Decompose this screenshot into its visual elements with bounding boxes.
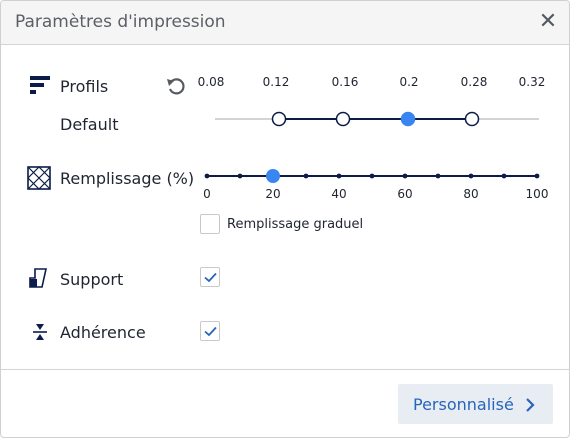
infill-step-dot [402, 173, 408, 179]
layer-height-label: 0.12 [262, 75, 290, 89]
profile-name: Default [60, 115, 119, 134]
infill-tick-label: 20 [265, 187, 281, 201]
adhesion-label: Adhérence [60, 323, 146, 342]
infill-tick-label: 80 [463, 187, 479, 201]
infill-step-dot [501, 173, 507, 179]
infill-step-dot [435, 173, 441, 179]
layer-height-label: 0.32 [518, 75, 546, 89]
layer-height-label: 0.08 [197, 75, 225, 89]
check-icon [204, 326, 217, 337]
infill-handle[interactable] [266, 169, 280, 183]
infill-tick-label: 60 [397, 187, 413, 201]
panel-title: Paramètres d'impression [15, 12, 226, 32]
infill-step-dot [303, 173, 309, 179]
infill-tick-label: 100 [525, 187, 549, 201]
infill-step-dot [204, 173, 210, 179]
infill-step-dot [336, 173, 342, 179]
gradual-infill-label: Remplissage graduel [227, 217, 364, 232]
infill-tick-label: 0 [203, 187, 211, 201]
support-icon [29, 268, 47, 288]
profile-handle-selected[interactable] [400, 111, 416, 127]
print-settings-panel: Paramètres d'impression ✕ Profils Defaul… [0, 0, 570, 438]
infill-step-dot [468, 173, 474, 179]
layer-height-label: 0.16 [331, 75, 359, 89]
adhesion-checkbox[interactable] [200, 321, 220, 341]
infill-step-dot [237, 173, 243, 179]
custom-settings-button[interactable]: Personnalisé [398, 384, 553, 424]
layer-height-label: 0.2 [399, 75, 419, 89]
profile-handle[interactable] [335, 111, 351, 127]
panel-header: Paramètres d'impression ✕ [1, 1, 569, 45]
profile-handle[interactable] [464, 111, 480, 127]
gradual-infill-checkbox[interactable] [200, 214, 220, 234]
custom-settings-label: Personnalisé [413, 395, 514, 414]
infill-label: Remplissage (%) [60, 169, 195, 188]
infill-slider[interactable] [201, 161, 551, 191]
profiles-label: Profils [60, 77, 109, 96]
infill-grid-icon [27, 166, 51, 190]
layer-height-label: 0.28 [460, 75, 488, 89]
chevron-right-icon [526, 398, 535, 412]
profile-lines-icon [30, 76, 50, 94]
undo-icon[interactable] [166, 76, 186, 96]
infill-step-dot [369, 173, 375, 179]
support-checkbox[interactable] [200, 267, 220, 287]
close-icon[interactable]: ✕ [537, 10, 559, 34]
check-icon [204, 272, 217, 283]
infill-step-dot [534, 173, 540, 179]
profile-handle[interactable] [271, 111, 287, 127]
layer-height-slider[interactable] [201, 105, 551, 133]
infill-tick-label: 40 [331, 187, 347, 201]
support-label: Support [60, 270, 124, 289]
footer-divider [1, 369, 569, 370]
adhesion-icon [33, 324, 47, 340]
